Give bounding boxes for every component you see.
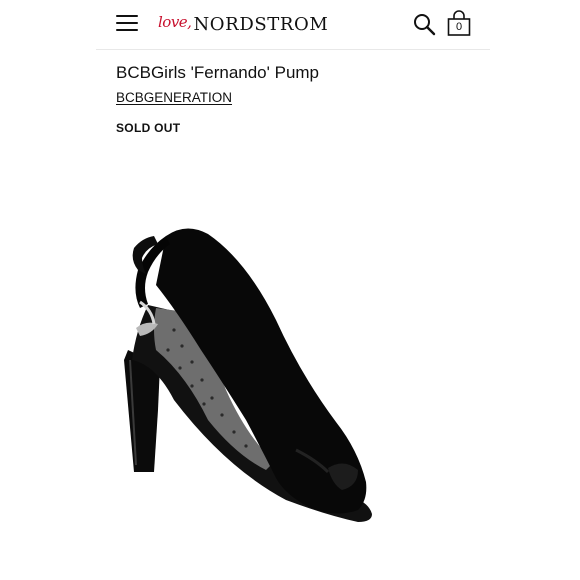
bag-count: 0	[455, 21, 463, 33]
product-title: BCBGirls 'Fernando' Pump	[116, 63, 320, 82]
nordstrom-logo[interactable]: love, NORDSTROM	[158, 10, 328, 38]
menu-icon-bar	[116, 15, 138, 17]
product-image	[124, 228, 372, 522]
site-header: love, NORDSTROM 0	[96, 0, 490, 50]
sold-out-label: SOLD OUT	[116, 121, 181, 135]
search-icon[interactable]	[412, 12, 438, 36]
logo-script: love,	[158, 13, 192, 31]
logo-wordmark: NORDSTROM	[193, 13, 329, 35]
menu-icon[interactable]	[116, 14, 138, 32]
menu-icon-bar	[116, 29, 138, 31]
brand-link[interactable]: BCBGENERATION	[116, 90, 232, 105]
menu-icon-bar	[116, 22, 138, 24]
shopping-bag-button[interactable]: 0	[446, 10, 472, 38]
